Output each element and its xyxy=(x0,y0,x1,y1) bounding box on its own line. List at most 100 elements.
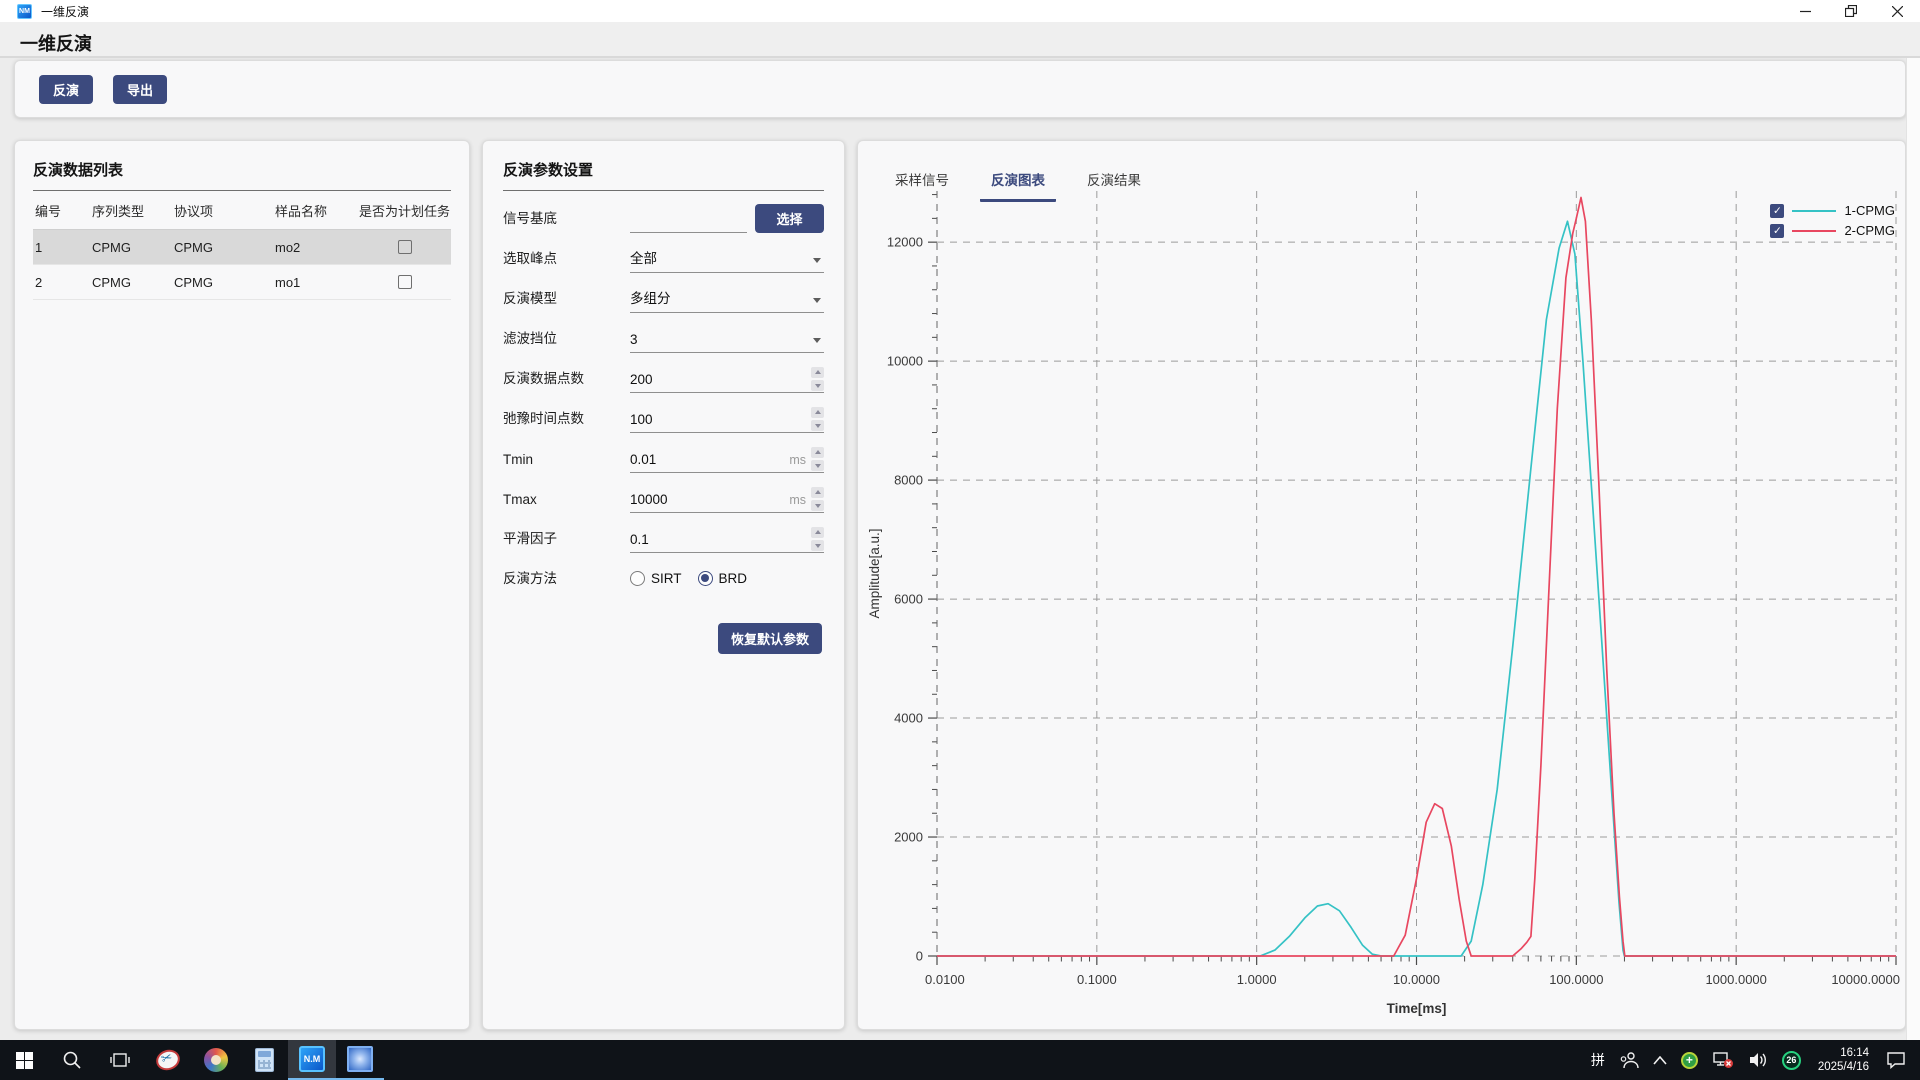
taskbar-clock[interactable]: 16:14 2025/4/16 xyxy=(1808,1046,1879,1074)
legend-label-1: 1-CPMG xyxy=(1844,203,1895,218)
windows-logo-icon xyxy=(16,1052,33,1069)
export-button[interactable]: 导出 xyxy=(113,75,167,104)
start-button[interactable] xyxy=(0,1040,48,1080)
chart-panel: 采样信号 反演图表 反演结果 0200040006000800010000120… xyxy=(857,140,1906,1030)
table-header: 编号 序列类型 协议项 样品名称 是否为计划任务 xyxy=(33,191,451,230)
signal-base-input[interactable] xyxy=(630,206,747,233)
spin-down-button[interactable] xyxy=(811,540,824,551)
relax-points-input[interactable]: 100 xyxy=(630,406,824,433)
radio-selected-icon xyxy=(698,571,713,586)
spin-down-button[interactable] xyxy=(811,460,824,471)
svg-text:10000.0000: 10000.0000 xyxy=(1831,972,1900,987)
table-row[interactable]: 2 CPMG CPMG mo1 xyxy=(33,265,451,300)
col-header-seq-type: 序列类型 xyxy=(92,201,174,220)
invert-button[interactable]: 反演 xyxy=(39,75,93,104)
network-disconnected-icon xyxy=(1712,1051,1734,1069)
snipping-tool-button[interactable] xyxy=(144,1040,192,1080)
snipping-tool-icon xyxy=(153,1047,182,1073)
model-dropdown[interactable]: 多组分 xyxy=(630,286,824,313)
tmax-input[interactable]: 10000 ms xyxy=(630,486,824,513)
page-scrollbar[interactable] xyxy=(1906,22,1920,1040)
cell-protocol: CPMG xyxy=(174,275,275,290)
antivirus-tray-button[interactable]: + xyxy=(1674,1040,1705,1080)
spin-down-button[interactable] xyxy=(811,500,824,511)
inversion-data-list-panel: 反演数据列表 编号 序列类型 协议项 样品名称 是否为计划任务 1 CPMG C… xyxy=(14,140,470,1030)
spin-up-button[interactable] xyxy=(811,487,824,498)
scheduled-checkbox[interactable] xyxy=(398,275,412,289)
legend-line-1 xyxy=(1792,210,1836,212)
model-label: 反演模型 xyxy=(503,287,630,313)
svg-text:4000: 4000 xyxy=(894,711,923,726)
calculator-icon xyxy=(255,1048,274,1072)
spin-down-button[interactable] xyxy=(811,420,824,431)
viewer-app-button[interactable] xyxy=(336,1040,384,1080)
search-icon xyxy=(62,1050,82,1070)
svg-text:6000: 6000 xyxy=(894,592,923,607)
spin-up-button[interactable] xyxy=(811,447,824,458)
data-points-label: 反演数据点数 xyxy=(503,367,630,393)
tray-expand-button[interactable] xyxy=(1646,1040,1674,1080)
legend-checkbox-2[interactable]: ✓ xyxy=(1770,224,1784,238)
minimize-button[interactable] xyxy=(1782,0,1828,22)
radio-sirt[interactable]: SIRT xyxy=(630,571,682,586)
clock-date: 2025/4/16 xyxy=(1818,1060,1869,1074)
page-header: 一维反演 xyxy=(0,22,1920,58)
cell-id: 2 xyxy=(35,275,92,290)
data-points-input[interactable]: 200 xyxy=(630,366,824,393)
nm-app-icon: N.M xyxy=(299,1046,325,1072)
smooth-label: 平滑因子 xyxy=(503,527,630,553)
table-row[interactable]: 1 CPMG CPMG mo2 xyxy=(33,230,451,265)
radio-brd[interactable]: BRD xyxy=(698,571,748,586)
people-button[interactable] xyxy=(1612,1040,1646,1080)
scheduled-checkbox[interactable] xyxy=(398,240,412,254)
viewer-app-icon xyxy=(347,1046,373,1072)
legend-checkbox-1[interactable]: ✓ xyxy=(1770,204,1784,218)
reset-defaults-button[interactable]: 恢复默认参数 xyxy=(718,623,822,654)
cell-seq-type: CPMG xyxy=(92,240,174,255)
svg-text:0.1000: 0.1000 xyxy=(1077,972,1117,987)
peak-label: 选取峰点 xyxy=(503,247,630,273)
smooth-input[interactable]: 0.1 xyxy=(630,526,824,553)
filter-label: 滤波挡位 xyxy=(503,327,630,353)
close-icon xyxy=(1892,6,1903,17)
network-tray-button[interactable] xyxy=(1705,1040,1741,1080)
inversion-params-panel: 反演参数设置 信号基底 选择 选取峰点 全部 反演模型 多组分 滤波挡位 3 反… xyxy=(482,140,845,1030)
search-button[interactable] xyxy=(48,1040,96,1080)
task-view-button[interactable] xyxy=(96,1040,144,1080)
filter-dropdown[interactable]: 3 xyxy=(630,326,824,353)
peak-dropdown[interactable]: 全部 xyxy=(630,246,824,273)
svg-text:1.0000: 1.0000 xyxy=(1237,972,1277,987)
paint-button[interactable] xyxy=(192,1040,240,1080)
chevron-down-icon xyxy=(813,258,821,263)
notification-icon xyxy=(1886,1051,1906,1069)
cell-protocol: CPMG xyxy=(174,240,275,255)
calculator-button[interactable] xyxy=(240,1040,288,1080)
action-center-button[interactable] xyxy=(1879,1040,1920,1080)
svg-text:0.0100: 0.0100 xyxy=(925,972,965,987)
col-header-protocol: 协议项 xyxy=(174,201,275,220)
spin-up-button[interactable] xyxy=(811,407,824,418)
params-title: 反演参数设置 xyxy=(503,159,824,180)
data-list-title: 反演数据列表 xyxy=(33,159,451,180)
spin-down-button[interactable] xyxy=(811,380,824,391)
tmax-label: Tmax xyxy=(503,492,630,513)
svg-text:Amplitude[a.u.]: Amplitude[a.u.] xyxy=(867,528,882,618)
battery-tray-button[interactable]: 26 xyxy=(1775,1040,1808,1080)
legend-item-1: ✓ 1-CPMG xyxy=(1770,203,1895,218)
volume-tray-button[interactable] xyxy=(1741,1040,1775,1080)
spin-up-button[interactable] xyxy=(811,527,824,538)
close-button[interactable] xyxy=(1874,0,1920,22)
col-header-scheduled: 是否为计划任务 xyxy=(359,201,451,220)
antivirus-icon: + xyxy=(1681,1052,1698,1069)
legend-item-2: ✓ 2-CPMG xyxy=(1770,223,1895,238)
tmin-input[interactable]: 0.01 ms xyxy=(630,446,824,473)
ime-indicator[interactable]: 拼 xyxy=(1584,1040,1612,1080)
restore-button[interactable] xyxy=(1828,0,1874,22)
spin-up-button[interactable] xyxy=(811,367,824,378)
restore-icon xyxy=(1845,5,1857,17)
divider xyxy=(503,190,824,191)
chart-legend: ✓ 1-CPMG ✓ 2-CPMG xyxy=(1770,203,1895,238)
nm-app-button[interactable]: N.M xyxy=(288,1040,336,1080)
select-signal-base-button[interactable]: 选择 xyxy=(755,204,824,233)
clock-time: 16:14 xyxy=(1818,1046,1869,1060)
